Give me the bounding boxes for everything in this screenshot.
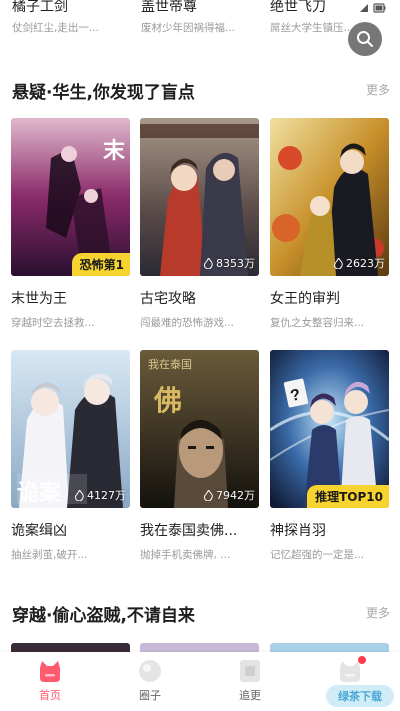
comic-desc: 抽丝剥茧,破开... xyxy=(11,549,88,561)
rank-badge: 恐怖第1 xyxy=(71,253,130,276)
comic-card[interactable]: 诡案 4127万 诡案缉凶 抽丝剥茧,破开... xyxy=(11,350,130,562)
comic-card[interactable]: 末 恐怖第1 末世为王 穿越时空去拯救... xyxy=(11,118,130,330)
previous-section-row: 橘子工剑 仗剑红尘,走出一... 盖世帝尊 废材少年因祸得福... 绝世飞刀 屌… xyxy=(0,0,400,50)
more-link[interactable]: 更多 xyxy=(366,604,390,621)
tab-profile[interactable] xyxy=(300,656,400,687)
comic-desc: 废材少年因祸得福... xyxy=(141,22,236,34)
comic-desc: 仗剑红尘,走出一... xyxy=(12,22,99,34)
comic-title: 绝世飞刀 xyxy=(270,0,326,14)
search-icon xyxy=(357,31,373,47)
comic-cover[interactable]: 8353万 xyxy=(140,118,259,276)
tab-circle[interactable]: 圈子 xyxy=(100,658,200,703)
comic-title: 女王的审判 xyxy=(270,291,340,307)
flame-icon xyxy=(204,489,213,501)
tab-follow[interactable]: 追更 xyxy=(200,658,300,703)
flame-icon xyxy=(204,257,213,269)
svg-text:我在泰国: 我在泰国 xyxy=(148,357,192,371)
section-title: 穿越·偷心盗贼,不请自来 xyxy=(12,606,195,626)
search-button[interactable] xyxy=(348,22,382,56)
comic-title: 盖世帝尊 xyxy=(141,0,197,14)
tab-label: 圈子 xyxy=(139,689,161,702)
svg-text:末: 末 xyxy=(103,138,126,163)
cover-art: 诡案 xyxy=(11,350,130,508)
tab-label: 首页 xyxy=(39,689,61,702)
comic-item[interactable]: 盖世帝尊 废材少年因祸得福... xyxy=(141,0,259,35)
more-link[interactable]: 更多 xyxy=(366,81,390,98)
flame-icon xyxy=(75,489,84,501)
svg-text:诡案: 诡案 xyxy=(17,480,62,505)
view-count-text: 2623万 xyxy=(346,257,385,270)
section-header-mystery: 悬疑·华生,你发现了盲点 更多 xyxy=(12,78,392,103)
comic-title: 诡案缉凶 xyxy=(11,523,67,539)
comic-card[interactable]: 2623万 女王的审判 复仇之女整容归来... xyxy=(270,118,389,330)
comic-title: 神探肖羽 xyxy=(270,523,326,539)
cover-art: 我在泰国 佛 xyxy=(140,350,259,508)
comic-desc: 记忆超强的一定是... xyxy=(270,549,365,561)
comic-title: 古宅攻略 xyxy=(140,291,196,307)
comic-desc: 抛掉手机卖佛牌, ... xyxy=(140,549,231,561)
notification-dot xyxy=(358,656,366,664)
comic-desc: 闯最难的恐怖游戏... xyxy=(140,317,235,329)
comic-title: 橘子工剑 xyxy=(12,0,68,14)
tab-label: 追更 xyxy=(239,689,261,702)
view-count: 2623万 xyxy=(334,255,385,271)
section-header-time-travel: 穿越·偷心盗贼,不请自来 更多 xyxy=(12,601,392,626)
comic-cover[interactable]: 2623万 xyxy=(270,118,389,276)
comic-item[interactable]: 橘子工剑 仗剑红尘,走出一... xyxy=(12,0,130,35)
comic-card[interactable]: ? 推理TOP10 神探肖羽 记忆超强的一定是... xyxy=(270,350,389,562)
bookmark-icon xyxy=(237,658,263,684)
view-count: 4127万 xyxy=(75,487,126,503)
cover-art xyxy=(140,118,259,276)
section-title: 悬疑·华生,你发现了盲点 xyxy=(12,83,195,103)
comic-cover[interactable]: 诡案 4127万 xyxy=(11,350,130,508)
watermark-logo: 绿茶下载 xyxy=(326,685,394,707)
view-count-text: 4127万 xyxy=(87,489,126,502)
comic-title: 我在泰国卖佛... xyxy=(140,523,238,539)
comic-desc: 穿越时空去拯救... xyxy=(11,317,95,329)
view-count-text: 7942万 xyxy=(216,489,255,502)
comic-cover[interactable]: 末 恐怖第1 xyxy=(11,118,130,276)
comic-cover[interactable]: ? 推理TOP10 xyxy=(270,350,389,508)
comic-card[interactable]: 8353万 古宅攻略 闯最难的恐怖游戏... xyxy=(140,118,259,330)
flame-icon xyxy=(334,257,343,269)
view-count-text: 8353万 xyxy=(216,257,255,270)
comic-cover[interactable]: 我在泰国 佛 7942万 xyxy=(140,350,259,508)
profile-icon xyxy=(337,656,366,684)
home-icon xyxy=(37,658,63,684)
view-count: 8353万 xyxy=(204,255,255,271)
comic-desc: 复仇之女整容归来... xyxy=(270,317,365,329)
view-count: 7942万 xyxy=(204,487,255,503)
comic-card[interactable]: 我在泰国 佛 7942万 我在泰国卖佛... 抛掉手机卖佛牌, ... xyxy=(140,350,259,562)
tab-home[interactable]: 首页 xyxy=(0,658,100,703)
comic-title: 末世为王 xyxy=(11,291,67,307)
cover-art xyxy=(270,118,389,276)
circle-icon xyxy=(137,658,163,684)
svg-text:佛: 佛 xyxy=(153,385,182,417)
rank-badge: 推理TOP10 xyxy=(307,485,389,508)
